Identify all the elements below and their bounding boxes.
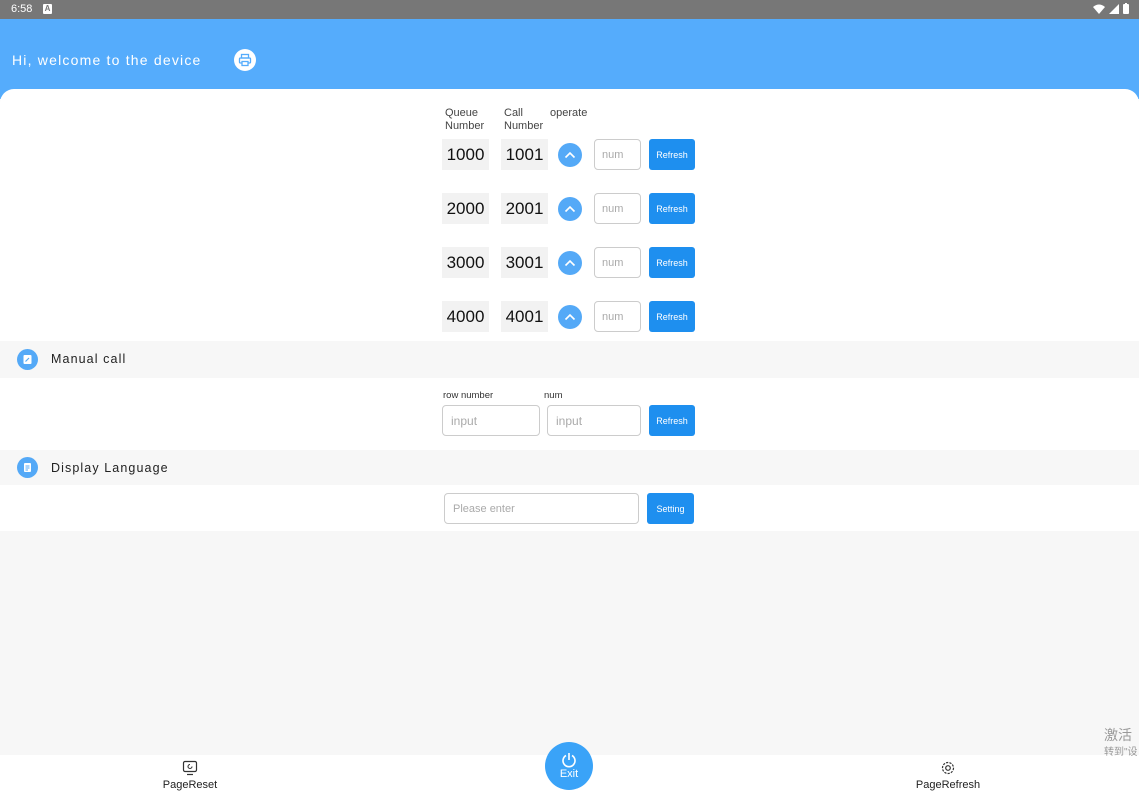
- app-header: Hi, welcome to the device: [0, 19, 1139, 99]
- exit-label: Exit: [559, 768, 579, 780]
- signal-icon: [1109, 3, 1119, 14]
- num-input[interactable]: [594, 139, 641, 170]
- row-number-label: row number: [443, 390, 494, 401]
- increment-button[interactable]: [558, 251, 582, 275]
- chevron-up-icon: [564, 259, 576, 267]
- gear-icon: [941, 761, 955, 775]
- header-call-number: Call Number: [504, 107, 544, 132]
- call-number-cell: 2001: [501, 193, 548, 224]
- queue-number-cell: 1000: [442, 139, 489, 170]
- system-icons: [1093, 3, 1129, 14]
- reset-screen-icon: [182, 760, 198, 776]
- wifi-icon: [1093, 4, 1105, 14]
- call-number-cell: 3001: [501, 247, 548, 278]
- refresh-button[interactable]: Refresh: [649, 247, 695, 278]
- page-reset-label: PageReset: [162, 779, 218, 791]
- chevron-up-icon: [564, 313, 576, 321]
- increment-button[interactable]: [558, 143, 582, 167]
- num-input[interactable]: [594, 247, 641, 278]
- greeting-text: Hi, welcome to the device: [12, 52, 202, 68]
- refresh-button[interactable]: Refresh: [649, 139, 695, 170]
- manual-call-title: Manual call: [51, 352, 127, 366]
- manual-call-section: Manual call: [0, 341, 1139, 378]
- queue-number-cell: 4000: [442, 301, 489, 332]
- page-refresh-label: PageRefresh: [915, 779, 981, 791]
- edit-note-icon: [17, 349, 38, 370]
- queue-number-cell: 3000: [442, 247, 489, 278]
- manual-refresh-button[interactable]: Refresh: [649, 405, 695, 436]
- refresh-button[interactable]: Refresh: [649, 301, 695, 332]
- increment-button[interactable]: [558, 197, 582, 221]
- notification-icon: A: [43, 4, 52, 14]
- printer-button[interactable]: [234, 49, 256, 71]
- printer-icon: [238, 53, 252, 67]
- num-field[interactable]: [547, 405, 641, 436]
- num-input[interactable]: [594, 301, 641, 332]
- status-bar: 6:58 A: [0, 0, 1139, 19]
- chevron-up-icon: [564, 151, 576, 159]
- status-time: 6:58: [11, 3, 33, 15]
- language-input[interactable]: [444, 493, 639, 524]
- header-queue-number: Queue Number: [445, 107, 485, 132]
- refresh-button[interactable]: Refresh: [649, 193, 695, 224]
- queue-number-cell: 2000: [442, 193, 489, 224]
- page-refresh-button[interactable]: PageRefresh: [912, 760, 984, 791]
- header-operate: operate: [550, 107, 588, 119]
- display-language-title: Display Language: [51, 461, 169, 475]
- activation-watermark: 激活 转到"设: [1104, 727, 1138, 758]
- display-language-section: Display Language: [0, 450, 1139, 485]
- battery-icon: [1123, 3, 1129, 14]
- exit-button[interactable]: Exit: [545, 742, 593, 790]
- document-icon: [17, 457, 38, 478]
- chevron-up-icon: [564, 205, 576, 213]
- num-label: num: [544, 390, 563, 401]
- power-icon: [562, 753, 576, 768]
- call-number-cell: 4001: [501, 301, 548, 332]
- setting-button[interactable]: Setting: [647, 493, 694, 524]
- increment-button[interactable]: [558, 305, 582, 329]
- call-number-cell: 1001: [501, 139, 548, 170]
- page-reset-button[interactable]: PageReset: [160, 760, 220, 791]
- num-input[interactable]: [594, 193, 641, 224]
- row-number-input[interactable]: [442, 405, 540, 436]
